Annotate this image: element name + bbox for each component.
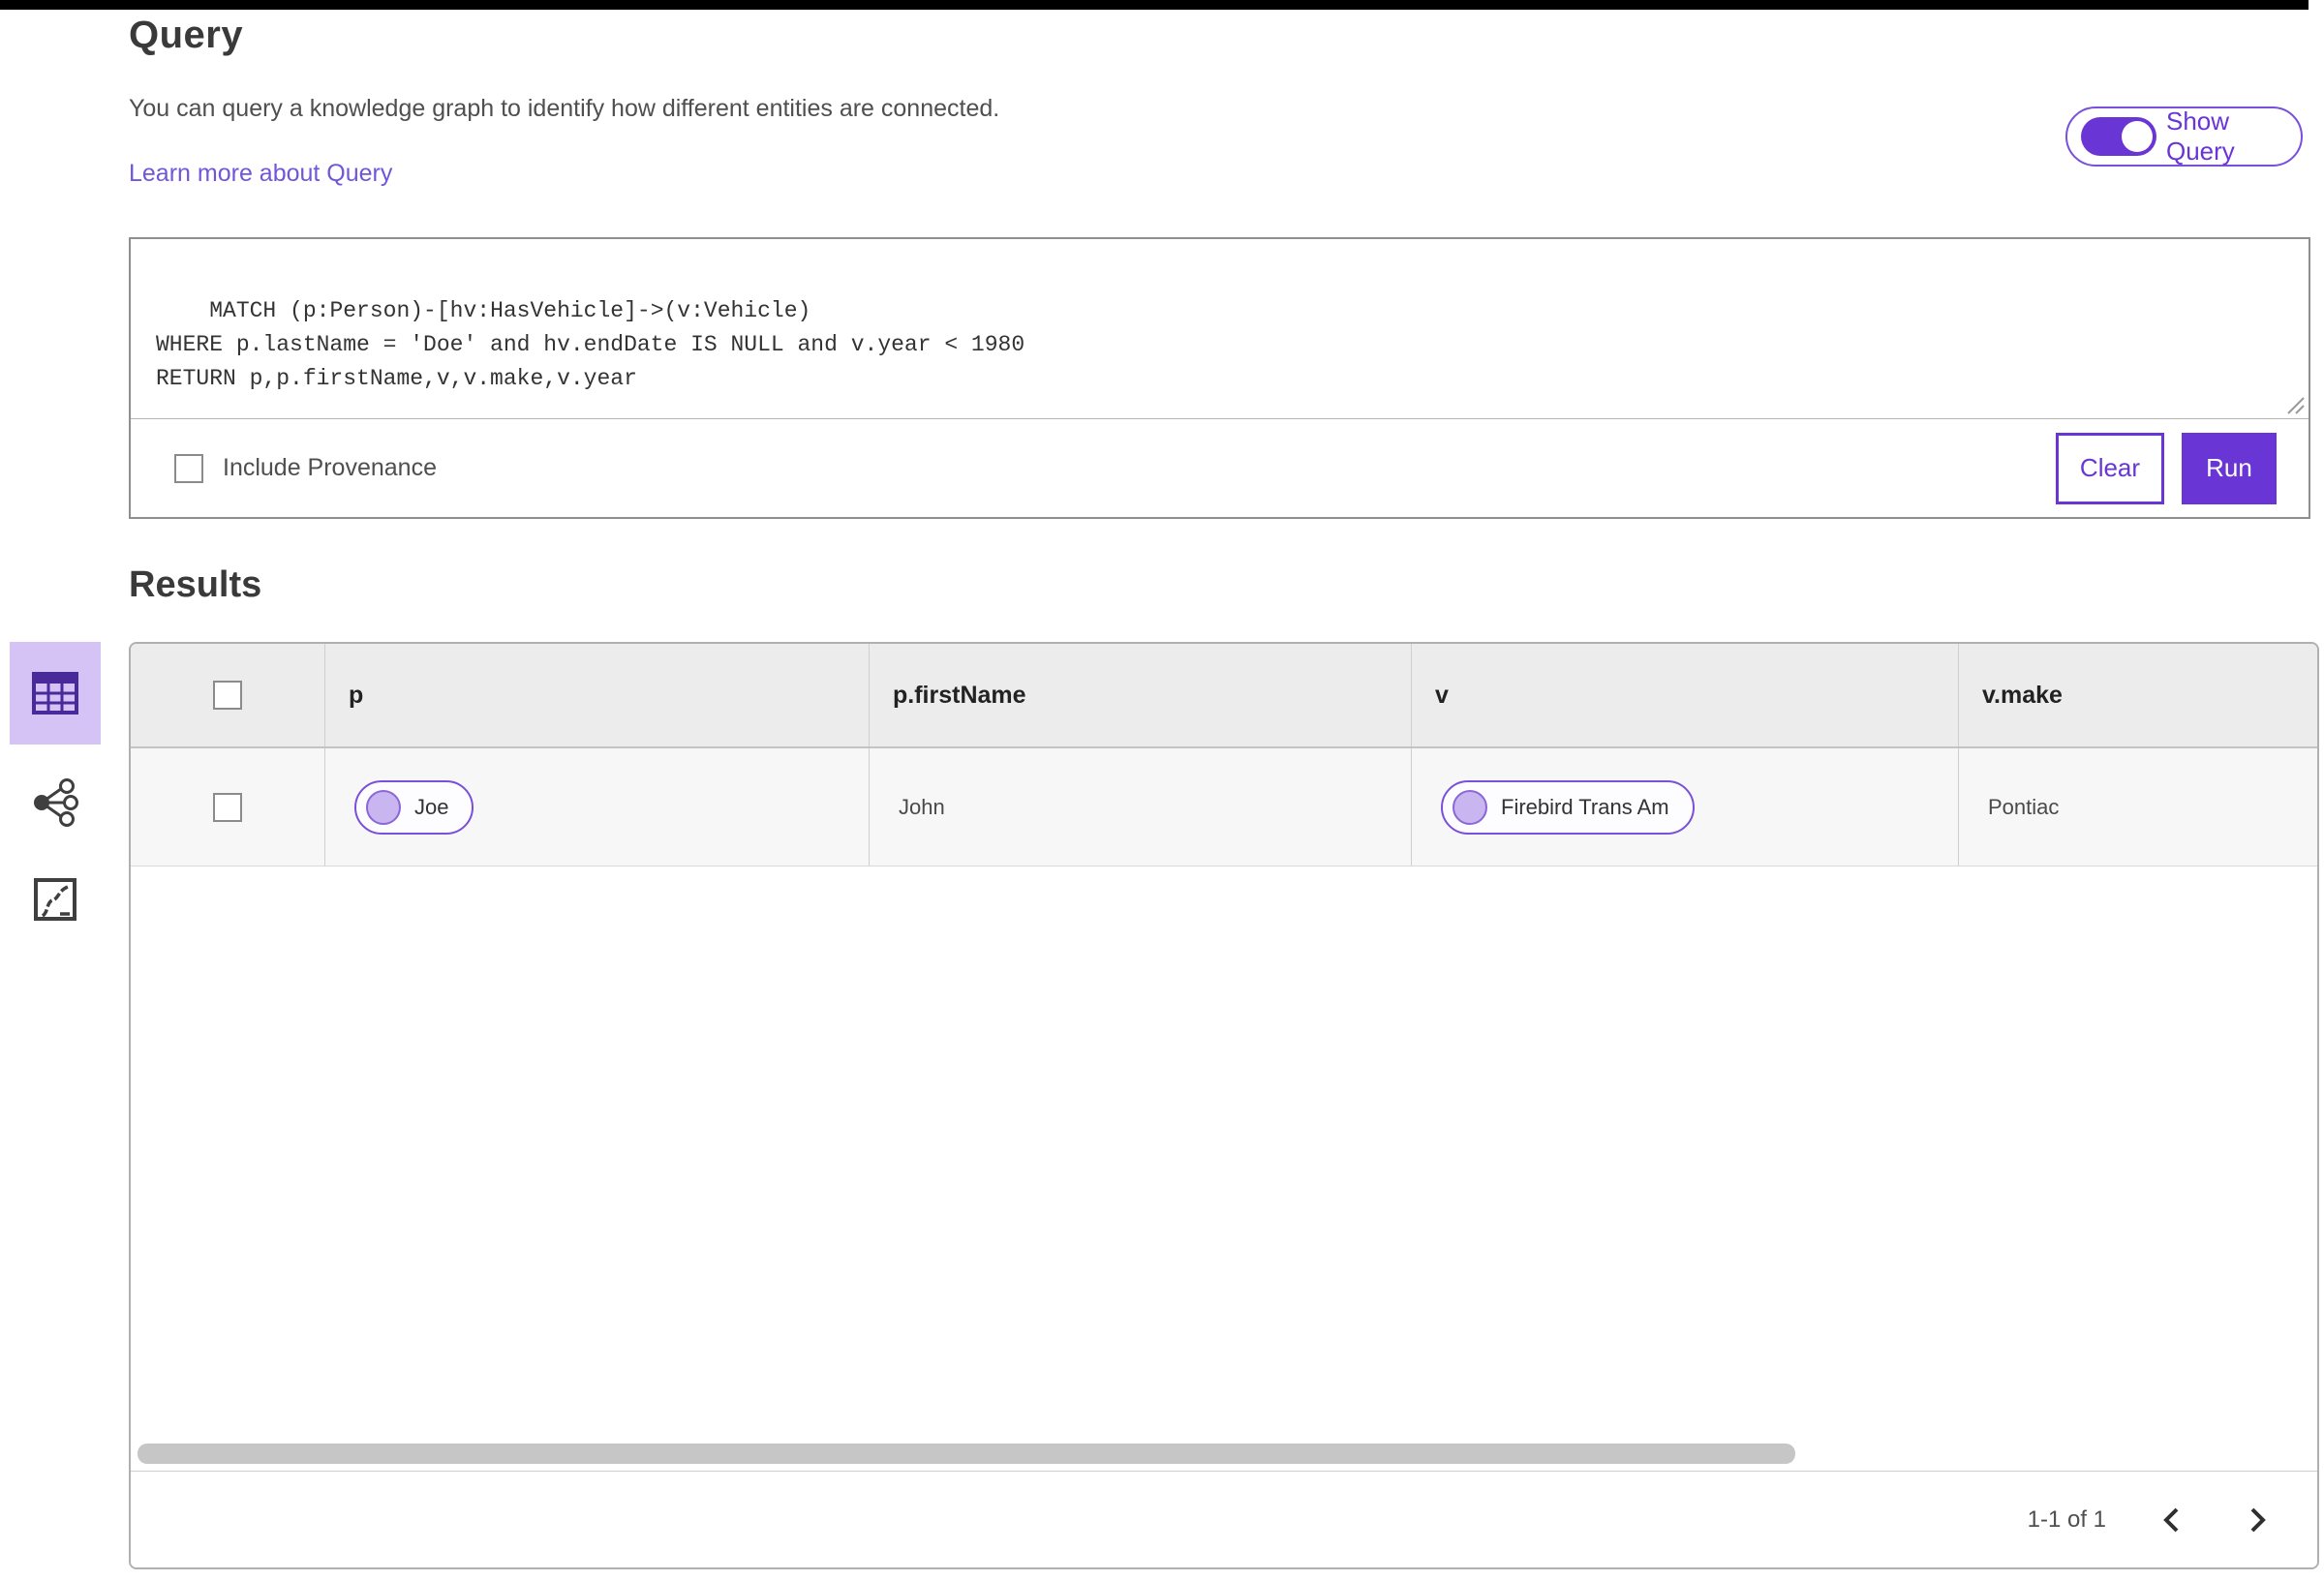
page-description: You can query a knowledge graph to ident… bbox=[129, 95, 1000, 122]
pagination-prev-button[interactable] bbox=[2153, 1501, 2191, 1539]
header-cell-p[interactable]: p bbox=[324, 644, 869, 746]
toggle-knob bbox=[2122, 121, 2153, 152]
run-button[interactable]: Run bbox=[2182, 432, 2277, 504]
toggle-switch-icon[interactable] bbox=[2081, 117, 2156, 156]
pagination-range-label: 1-1 of 1 bbox=[2027, 1505, 2106, 1533]
learn-more-link[interactable]: Learn more about Query bbox=[129, 160, 392, 188]
pagination-next-button[interactable] bbox=[2238, 1501, 2277, 1539]
entity-pill-vehicle[interactable]: Firebird Trans Am bbox=[1441, 779, 1695, 835]
include-provenance-label: Include Provenance bbox=[223, 454, 437, 481]
results-footer: 1-1 of 1 bbox=[131, 1471, 2317, 1567]
query-code-text: MATCH (p:Person)-[hv:HasVehicle]->(v:Veh… bbox=[156, 298, 1025, 391]
page-title: Query bbox=[129, 14, 244, 56]
entity-node-icon bbox=[1452, 789, 1487, 825]
query-toolbar: Include Provenance Clear Run bbox=[131, 419, 2309, 517]
show-query-toggle-label: Show Query bbox=[2166, 106, 2235, 166]
header-cell-p-firstname[interactable]: p.firstName bbox=[869, 644, 1411, 746]
entity-pill-person[interactable]: Joe bbox=[354, 779, 474, 835]
chart-icon bbox=[34, 878, 76, 921]
include-provenance-checkbox[interactable] bbox=[174, 453, 203, 483]
view-mode-chart-button[interactable] bbox=[10, 861, 101, 938]
entity-pill-label: Firebird Trans Am bbox=[1501, 794, 1669, 819]
top-border-bar bbox=[0, 0, 2309, 10]
horizontal-scrollbar-thumb[interactable] bbox=[138, 1444, 1795, 1464]
query-code-textarea[interactable]: MATCH (p:Person)-[hv:HasVehicle]->(v:Veh… bbox=[131, 239, 2309, 419]
results-table-header: p p.firstName v v.make bbox=[131, 644, 2317, 748]
results-view-rail bbox=[10, 642, 101, 938]
row-cell-v: Firebird Trans Am bbox=[1411, 748, 1958, 866]
chevron-right-icon bbox=[2250, 1507, 2266, 1532]
row-cell-firstname: John bbox=[869, 748, 1411, 866]
view-mode-table-button[interactable] bbox=[10, 642, 101, 745]
network-icon bbox=[34, 778, 78, 827]
textarea-resize-grip-icon[interactable] bbox=[2282, 392, 2306, 415]
results-panel: p p.firstName v v.make Joe John Firebird… bbox=[129, 642, 2319, 1569]
show-query-toggle[interactable]: Show Query bbox=[2065, 106, 2303, 167]
results-title: Results bbox=[129, 564, 262, 605]
entity-node-icon bbox=[366, 789, 401, 825]
table-empty-space bbox=[131, 867, 2317, 1438]
view-mode-graph-button[interactable] bbox=[10, 764, 101, 841]
chevron-left-icon bbox=[2163, 1507, 2179, 1532]
entity-pill-label: Joe bbox=[414, 794, 449, 819]
horizontal-scrollbar bbox=[131, 1438, 2317, 1471]
select-all-checkbox[interactable] bbox=[213, 681, 242, 710]
header-cell-v[interactable]: v bbox=[1411, 644, 1958, 746]
query-editor-box: MATCH (p:Person)-[hv:HasVehicle]->(v:Veh… bbox=[129, 237, 2310, 519]
row-cell-select bbox=[131, 748, 324, 866]
row-checkbox[interactable] bbox=[213, 792, 242, 822]
row-cell-make: Pontiac bbox=[1958, 748, 2317, 866]
header-cell-select bbox=[131, 644, 324, 746]
table-row[interactable]: Joe John Firebird Trans Am Pontiac bbox=[131, 748, 2317, 867]
row-cell-p: Joe bbox=[324, 748, 869, 866]
clear-button[interactable]: Clear bbox=[2056, 432, 2164, 504]
table-icon bbox=[32, 672, 78, 714]
header-cell-v-make[interactable]: v.make bbox=[1958, 644, 2317, 746]
